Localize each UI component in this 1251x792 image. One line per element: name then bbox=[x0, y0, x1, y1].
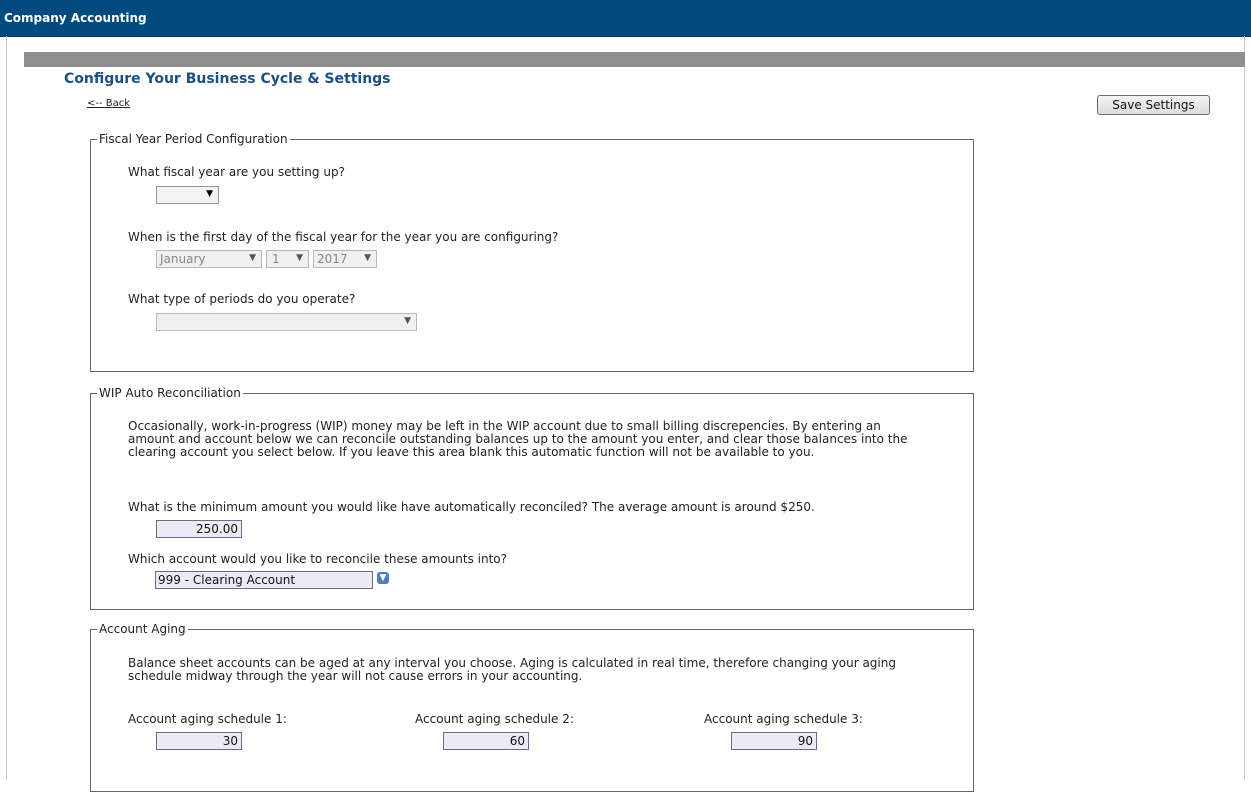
aging-schedule-3-label: Account aging schedule 3: bbox=[704, 712, 863, 726]
first-day-month-select[interactable]: January ▼ bbox=[156, 250, 262, 268]
app-title: Company Accounting bbox=[4, 11, 147, 25]
app-title-bar: Company Accounting bbox=[0, 0, 1251, 37]
min-amount-question: What is the minimum amount you would lik… bbox=[128, 500, 815, 514]
aging-description: Balance sheet accounts can be aged at an… bbox=[128, 656, 896, 683]
right-border bbox=[1244, 36, 1245, 780]
section-header-bar bbox=[24, 52, 1245, 67]
wip-legend: WIP Auto Reconciliation bbox=[99, 386, 241, 400]
aging-schedule-2-input[interactable]: 60 bbox=[443, 732, 529, 750]
aging-schedule-1-label: Account aging schedule 1: bbox=[128, 712, 287, 726]
left-border bbox=[6, 36, 7, 780]
aging-schedule-1-input[interactable]: 30 bbox=[156, 732, 242, 750]
first-day-year-select[interactable]: 2017 ▼ bbox=[313, 250, 377, 268]
chevron-down-icon[interactable]: ▼ bbox=[377, 572, 389, 584]
aging-schedule-3-input[interactable]: 90 bbox=[731, 732, 817, 750]
day-value: 1 bbox=[272, 252, 280, 266]
chevron-down-icon: ▼ bbox=[404, 316, 411, 326]
back-link[interactable]: <-- Back bbox=[87, 98, 130, 109]
account-aging-fieldset: Account Aging bbox=[90, 622, 974, 792]
fiscal-year-question: What fiscal year are you setting up? bbox=[128, 165, 345, 179]
chevron-down-icon: ▼ bbox=[296, 253, 303, 263]
min-amount-input[interactable]: 250.00 bbox=[156, 520, 242, 538]
year-value: 2017 bbox=[317, 252, 348, 266]
account-aging-legend: Account Aging bbox=[99, 622, 186, 636]
chevron-down-icon: ▼ bbox=[206, 189, 213, 199]
chevron-down-icon: ▼ bbox=[249, 253, 256, 263]
fiscal-year-legend: Fiscal Year Period Configuration bbox=[99, 132, 288, 146]
clearing-account-select[interactable]: 999 - Clearing Account bbox=[155, 571, 373, 589]
save-settings-button[interactable]: Save Settings bbox=[1097, 95, 1210, 115]
page-title: Configure Your Business Cycle & Settings bbox=[64, 71, 391, 87]
first-day-question: When is the first day of the fiscal year… bbox=[128, 230, 559, 244]
periods-select[interactable]: ▼ bbox=[156, 313, 417, 331]
periods-question: What type of periods do you operate? bbox=[128, 292, 356, 306]
aging-schedule-2-label: Account aging schedule 2: bbox=[415, 712, 574, 726]
first-day-day-select[interactable]: 1 ▼ bbox=[266, 250, 309, 268]
fiscal-year-select[interactable]: ▼ bbox=[156, 186, 219, 204]
month-value: January bbox=[160, 252, 206, 266]
account-question: Which account would you like to reconcil… bbox=[128, 552, 508, 566]
wip-description: Occasionally, work-in-progress (WIP) mon… bbox=[128, 419, 908, 459]
chevron-down-icon: ▼ bbox=[364, 253, 371, 263]
